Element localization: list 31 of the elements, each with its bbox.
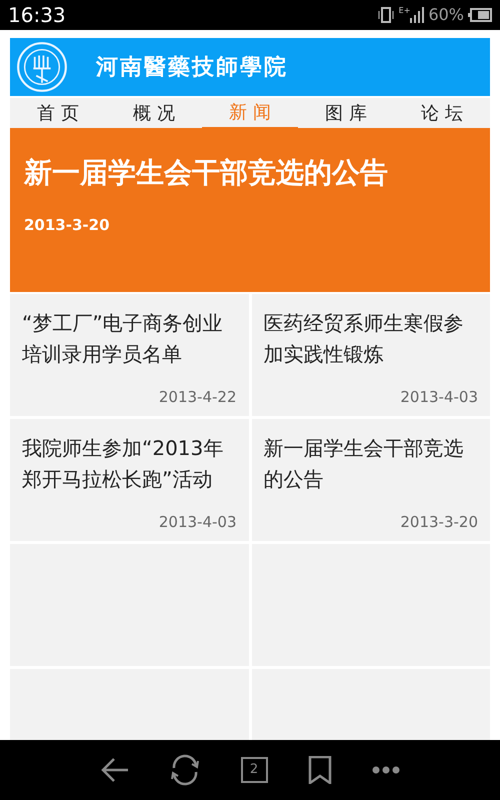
nav-tab[interactable]: 首 页 xyxy=(10,98,106,128)
refresh-icon[interactable] xyxy=(168,754,200,786)
news-title: 新一届学生会干部竞选的公告 xyxy=(264,435,464,493)
bookmark-icon[interactable] xyxy=(308,756,332,784)
featured-title: 新一届学生会干部竞选的公告 xyxy=(24,155,388,191)
news-date: 2013-3-20 xyxy=(400,512,478,532)
nav-tab[interactable]: 概 况 xyxy=(106,98,202,128)
news-card[interactable]: 医药经贸系师生寒假参加实践性锻炼 2013-4-03 xyxy=(252,294,490,416)
vibrate-icon xyxy=(376,5,395,25)
news-title: 医药经贸系师生寒假参加实践性锻炼 xyxy=(264,310,464,368)
featured-date: 2013-3-20 xyxy=(24,215,110,236)
nav-tab[interactable]: 图 库 xyxy=(298,98,394,128)
news-date: 2013-4-03 xyxy=(158,512,236,532)
battery-icon xyxy=(468,8,492,22)
school-logo-icon xyxy=(16,41,68,93)
news-card[interactable]: 我院师生参加“2013年郑开马拉松长跑”活动 2013-4-03 xyxy=(10,419,248,541)
clock-time: 16:33 xyxy=(8,2,66,29)
news-date: 2013-4-22 xyxy=(158,386,236,408)
back-icon[interactable] xyxy=(100,757,128,783)
nav-tab[interactable]: 论 坛 xyxy=(394,98,490,128)
more-icon[interactable] xyxy=(372,766,400,774)
news-card[interactable]: 新一届学生会干部竞选的公告 2013-3-20 xyxy=(252,419,490,541)
news-title: “梦工厂”电子商务创业培训录用学员名单 xyxy=(22,310,224,368)
school-name: 河南醫藥技師學院 xyxy=(96,52,288,82)
news-card[interactable]: “梦工厂”电子商务创业培训录用学员名单 2013-4-22 xyxy=(10,294,248,416)
news-title: 我院师生参加“2013年郑开马拉松长跑”活动 xyxy=(22,435,224,493)
network-type: E+ xyxy=(398,7,410,15)
news-date: 2013-4-03 xyxy=(400,386,478,408)
signal-icon xyxy=(410,7,424,23)
tabs-count-button[interactable]: 2 xyxy=(240,757,268,783)
battery-percent: 60% xyxy=(428,4,464,26)
